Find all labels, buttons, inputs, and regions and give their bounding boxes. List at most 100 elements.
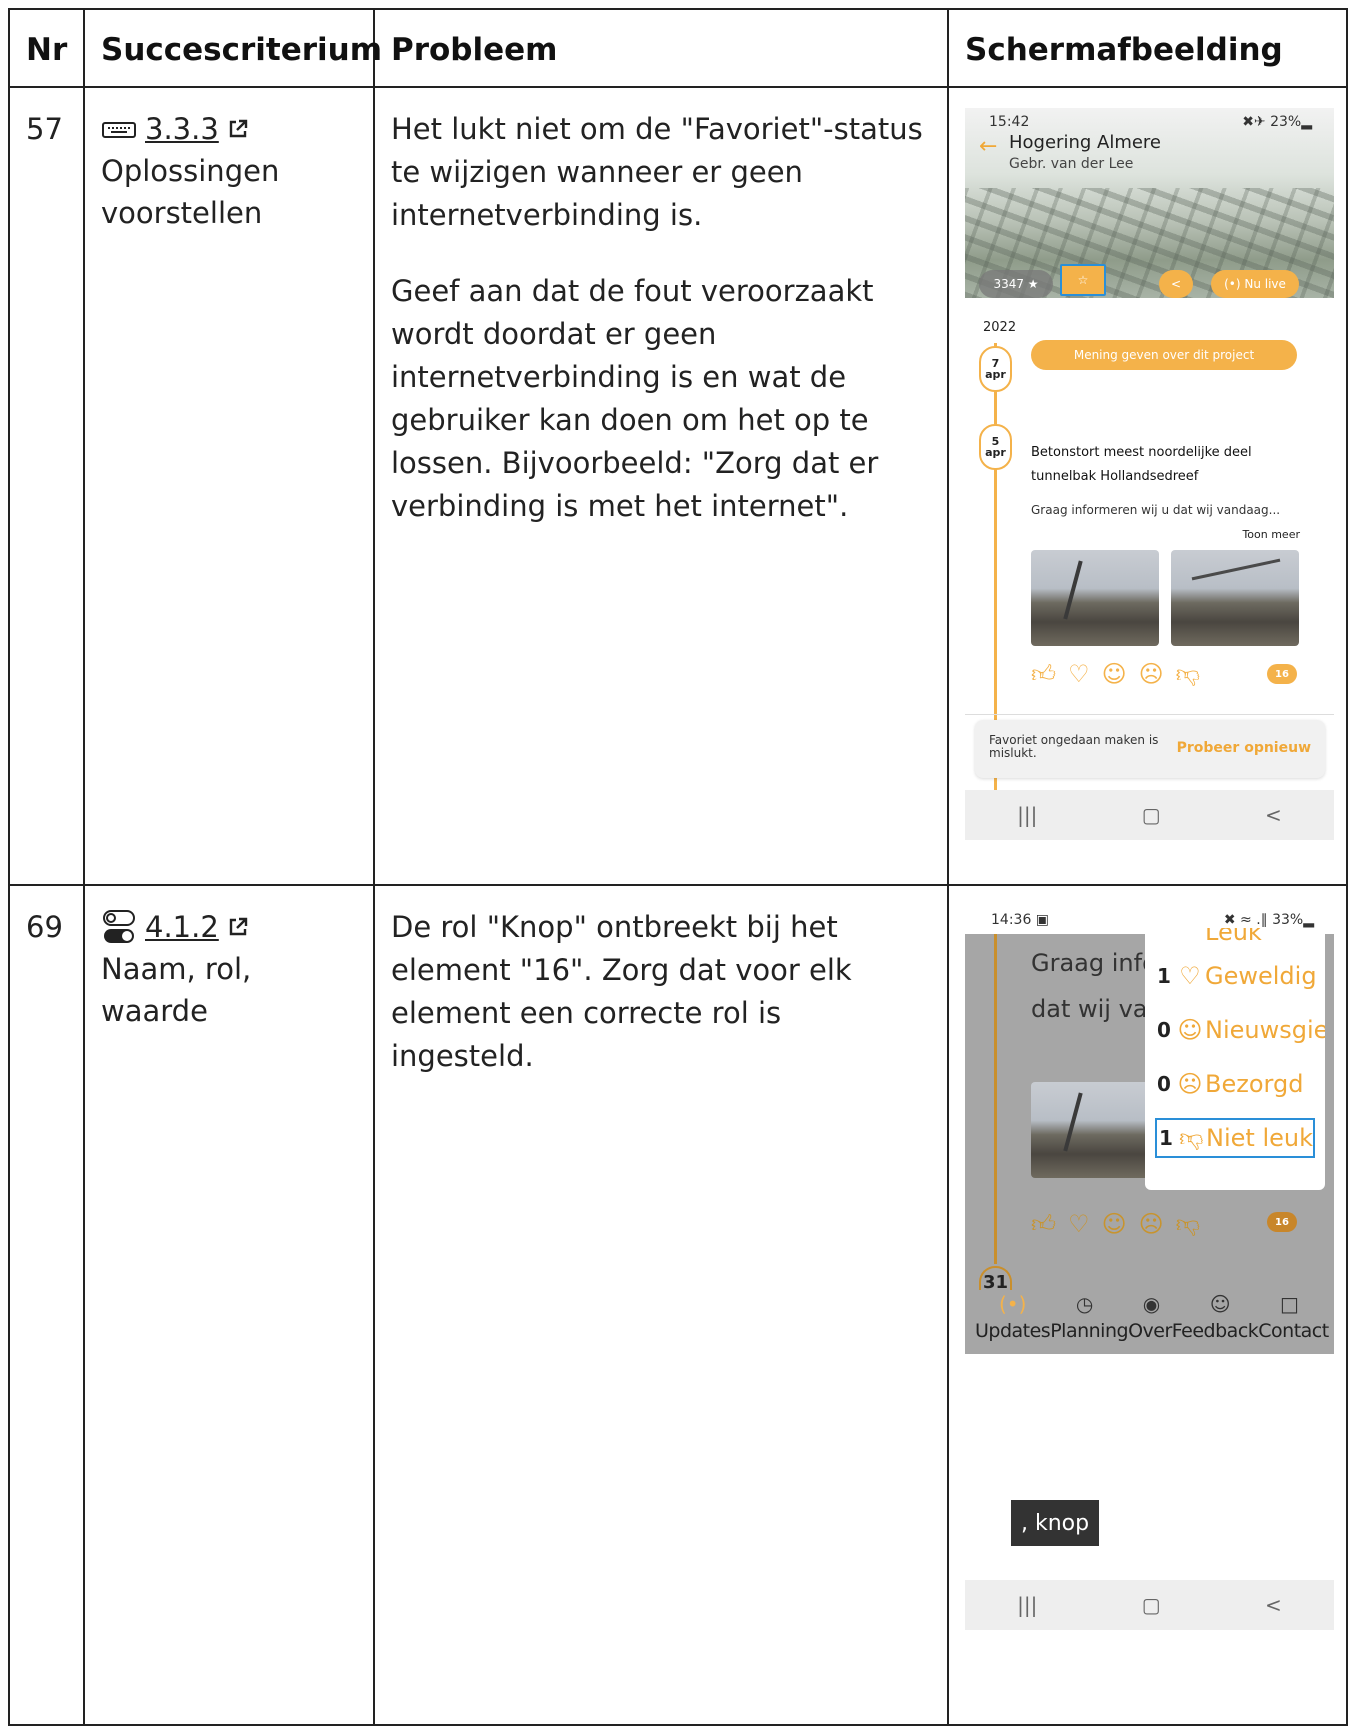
bottom-navigation: (•) ◷ ◉ ☺ □ Updates Planning Over Feedba… xyxy=(965,1290,1334,1354)
status-time: 15:42 xyxy=(989,114,1030,130)
header-criterion: Succescriterium xyxy=(83,8,382,88)
project-title: Hogering Almere xyxy=(1009,132,1162,153)
keyboard-icon xyxy=(102,122,136,138)
thumbs-down-icon[interactable]: 👎︎ xyxy=(1176,1210,1200,1239)
header-nr: Nr xyxy=(8,8,85,88)
criterion-cell: 4.1.2 Naam, rol, waarde xyxy=(83,884,375,1726)
problem-cell: Het lukt niet om de "Favoriet"-status te… xyxy=(373,86,949,886)
status-icons: ✖ ≈ .∥ 33%▂ xyxy=(1223,912,1314,928)
post-photo[interactable] xyxy=(1171,550,1299,646)
nav-over[interactable]: Over xyxy=(1128,1320,1172,1342)
back-icon[interactable]: < xyxy=(1265,803,1282,827)
post-title: Betonstort meest noordelijke deel tunnel… xyxy=(1031,445,1252,484)
post-photo[interactable] xyxy=(1031,1082,1149,1178)
nav-feedback[interactable]: Feedback xyxy=(1172,1320,1259,1342)
screenshot-cell: Graag info dat wij var 👍︎ ♡ ☺ ☹ 👎︎ 16 31… xyxy=(947,884,1348,1726)
background-text: dat wij var xyxy=(1031,995,1158,1023)
findings-table: Nr Succescriterium Probleem Schermafbeel… xyxy=(8,8,1348,1726)
header-screenshot: Schermafbeelding xyxy=(947,8,1348,88)
criterion-link[interactable]: 3.3.3 xyxy=(145,108,219,150)
header-problem: Probleem xyxy=(373,8,949,88)
table-row: 57 3.3.3 Oplossingen voorstellen Het luk… xyxy=(8,86,1348,886)
criterion-name: Naam, rol, waarde xyxy=(101,952,252,1028)
problem-cell: De rol "Knop" ontbreekt bij het element … xyxy=(373,884,949,1726)
share-icon: < xyxy=(1170,277,1182,291)
criterion-cell: 3.3.3 Oplossingen voorstellen xyxy=(83,86,375,886)
nav-updates[interactable]: Updates xyxy=(975,1320,1051,1342)
snackbar-message: Favoriet ongedaan maken is mislukt. xyxy=(989,733,1159,760)
thumbs-down-icon[interactable]: 👎︎ xyxy=(1176,660,1200,689)
reaction-count-badge[interactable]: 16 xyxy=(1267,664,1297,684)
favorite-button[interactable]: ☆ xyxy=(1060,264,1106,296)
back-arrow-icon[interactable]: ← xyxy=(979,134,997,159)
toggle-icon xyxy=(103,910,135,943)
date-badge: 5 apr xyxy=(979,424,1012,470)
phone-screenshot: 15:42 ✖✈ 23%▂ ← Hogering Almere Gebr. va… xyxy=(965,108,1334,866)
background-text: Graag info xyxy=(1031,949,1157,977)
recents-icon[interactable]: ||| xyxy=(1017,1593,1037,1617)
opinion-button[interactable]: Mening geven over dit project xyxy=(1031,340,1297,370)
criterion-name: Oplossingen voorstellen xyxy=(101,154,280,230)
problem-text: Het lukt niet om de "Favoriet"-status te… xyxy=(391,112,923,232)
android-nav-bar: ||| ▢ < xyxy=(965,1580,1334,1630)
popup-item[interactable]: 1 ♡ Geweldig xyxy=(1157,956,1317,996)
screenreader-tooltip: , knop xyxy=(1011,1500,1100,1546)
favorite-count: 3347 ★ xyxy=(979,270,1053,298)
table-row: 69 4.1.2 Naam, rol, waarde De rol "Knop"… xyxy=(8,884,1348,1726)
thumbs-down-icon: 👎︎ xyxy=(1179,1123,1204,1152)
problem-text: De rol "Knop" ontbreekt bij het element … xyxy=(391,910,852,1073)
recents-icon[interactable]: ||| xyxy=(1017,803,1037,827)
table-header-row: Nr Succescriterium Probleem Schermafbeel… xyxy=(8,8,1348,88)
share-button[interactable]: < xyxy=(1159,270,1193,298)
reaction-bar: 👍︎ ♡ ☺ ☹ 👎︎ xyxy=(1031,660,1200,689)
chat-icon[interactable]: □ xyxy=(1280,1292,1299,1316)
worried-icon[interactable]: ☹ xyxy=(1139,1210,1164,1239)
android-nav-bar: ||| ▢ < xyxy=(965,790,1334,840)
heart-icon: ♡ xyxy=(1179,962,1201,990)
external-link-icon[interactable] xyxy=(227,916,249,938)
updates-icon[interactable]: (•) xyxy=(999,1292,1026,1316)
popup-item[interactable]: 0 ☺ Nieuwsgie xyxy=(1157,1010,1325,1050)
worried-icon: ☹ xyxy=(1177,1070,1203,1098)
thumbs-up-icon[interactable]: 👍︎ xyxy=(1031,660,1056,689)
retry-button[interactable]: Probeer opnieuw xyxy=(1177,740,1311,756)
post-excerpt: Graag informeren wij u dat wij vandaag..… xyxy=(1031,503,1281,517)
row-number: 69 xyxy=(8,884,85,1726)
phone-screenshot: Graag info dat wij var 👍︎ ♡ ☺ ☹ 👎︎ 16 31… xyxy=(965,906,1334,1666)
solution-text: Geef aan dat de fout veroorzaakt wordt d… xyxy=(391,274,879,523)
clock-icon[interactable]: ◷ xyxy=(1076,1292,1093,1316)
fingerprint-icon[interactable]: ◉ xyxy=(1143,1292,1160,1316)
thumbs-up-icon[interactable]: 👍︎ xyxy=(1031,1210,1056,1239)
status-icons: ✖✈ 23%▂ xyxy=(1242,114,1312,130)
show-more-link[interactable]: Toon meer xyxy=(1242,528,1300,541)
popup-item[interactable]: 0 ☹ Bezorgd xyxy=(1157,1064,1303,1104)
external-link-icon[interactable] xyxy=(227,118,249,140)
nav-planning[interactable]: Planning xyxy=(1050,1320,1128,1342)
curious-icon: ☺ xyxy=(1177,1016,1203,1044)
post-photo[interactable] xyxy=(1031,550,1159,646)
timeline-year: 2022 xyxy=(983,320,1017,335)
criterion-link[interactable]: 4.1.2 xyxy=(145,906,219,948)
curious-icon[interactable]: ☺ xyxy=(1102,1210,1127,1239)
popup-item[interactable]: Leuk xyxy=(1157,928,1262,952)
home-icon[interactable]: ▢ xyxy=(1142,1593,1161,1617)
worried-icon[interactable]: ☹ xyxy=(1139,660,1164,689)
nav-contact[interactable]: Contact xyxy=(1258,1320,1329,1342)
heart-icon[interactable]: ♡ xyxy=(1068,660,1090,689)
error-snackbar: Favoriet ongedaan maken is mislukt. Prob… xyxy=(975,720,1325,778)
reaction-bar: 👍︎ ♡ ☺ ☹ 👎︎ xyxy=(1031,1210,1200,1239)
back-icon[interactable]: < xyxy=(1265,1593,1282,1617)
popup-item-focused[interactable]: 1 👎︎ Niet leuk xyxy=(1155,1118,1315,1158)
reaction-count-badge[interactable]: 16 xyxy=(1267,1212,1297,1232)
smiley-icon[interactable]: ☺ xyxy=(1210,1292,1231,1316)
reaction-popup: Leuk 1 ♡ Geweldig 0 ☺ Nieuwsgie 0 ☹ Bezorgd 1 👎… xyxy=(1145,928,1325,1190)
status-time: 14:36 ▣ xyxy=(991,912,1050,928)
curious-icon[interactable]: ☺ xyxy=(1102,660,1127,689)
date-badge: 7 apr xyxy=(979,346,1012,392)
screenshot-cell: 15:42 ✖✈ 23%▂ ← Hogering Almere Gebr. va… xyxy=(947,86,1348,886)
heart-icon[interactable]: ♡ xyxy=(1068,1210,1090,1239)
star-icon: ☆ xyxy=(1077,273,1089,287)
row-number: 57 xyxy=(8,86,85,886)
live-button[interactable]: (•) Nu live xyxy=(1211,270,1299,298)
home-icon[interactable]: ▢ xyxy=(1142,803,1161,827)
